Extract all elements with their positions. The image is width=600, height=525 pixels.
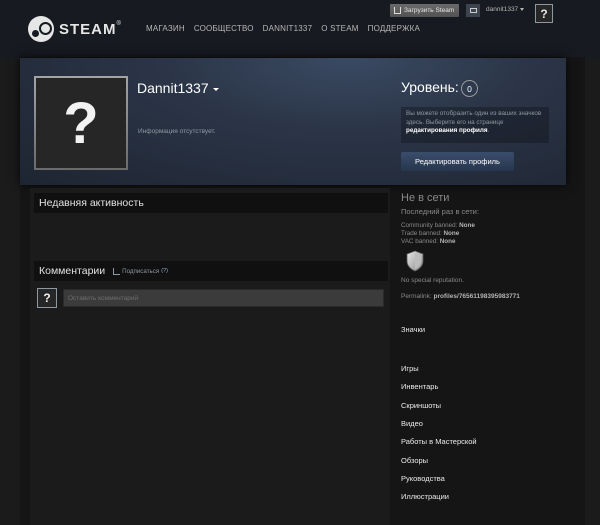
vac-ban-value: None <box>439 238 456 245</box>
nav-profile[interactable]: DANNIT1337 <box>263 24 313 33</box>
trade-ban-value: None <box>443 230 460 237</box>
screenshots-link[interactable]: Скриншоты <box>401 401 441 410</box>
nav-about[interactable]: О STEAM <box>321 24 358 33</box>
level-label: Уровень: <box>401 79 459 95</box>
comment-avatar: ? <box>37 288 57 308</box>
community-ban-status: Community banned: None <box>401 222 475 229</box>
games-link[interactable]: Игры <box>401 364 419 373</box>
recent-activity-title: Недавняя активность <box>39 197 144 209</box>
account-name: dannit1337 <box>486 6 519 13</box>
videos-link[interactable]: Видео <box>401 419 423 428</box>
permalink-label: Permalink: <box>401 293 432 300</box>
profile-summary: Информация отсутствует. <box>138 128 216 135</box>
steam-logo[interactable]: STEAM® <box>28 16 122 42</box>
permalink-value[interactable]: profiles/76561198395983771 <box>434 293 520 300</box>
online-status: Не в сети <box>401 192 450 204</box>
download-icon <box>394 7 401 14</box>
steam-logo-icon <box>28 16 54 42</box>
reviews-link[interactable]: Обзоры <box>401 456 428 465</box>
trade-ban-status: Trade banned: None <box>401 230 459 237</box>
recent-activity-header: Недавняя активность <box>34 193 388 213</box>
envelope-icon <box>469 8 477 13</box>
install-steam-button[interactable]: Загрузить Steam <box>390 4 459 17</box>
vac-ban-label: VAC banned: <box>401 238 438 245</box>
profile-avatar: ? <box>34 76 128 170</box>
left-column <box>30 188 390 525</box>
install-steam-label: Загрузить Steam <box>404 7 455 14</box>
chevron-down-icon <box>212 87 219 91</box>
comment-input[interactable] <box>63 289 384 307</box>
subscribe-toggle[interactable]: Подписаться (?) <box>113 267 168 275</box>
subscribe-checkbox[interactable] <box>113 267 121 275</box>
badge-hint-text: Вы можете отобразить один из ваших значк… <box>406 110 542 126</box>
steam-logo-text: STEAM <box>59 20 117 38</box>
subscribe-label: Подписаться <box>122 267 160 275</box>
steam-logo-reg: ® <box>116 20 122 27</box>
community-ban-label: Community banned: <box>401 222 458 229</box>
nav-support[interactable]: ПОДДЕРЖКА <box>368 24 420 33</box>
notifications-button[interactable] <box>466 4 480 17</box>
permalink: Permalink: profiles/76561198395983771 <box>401 293 520 300</box>
community-ban-value: None <box>459 222 475 229</box>
trade-ban-label: Trade banned: <box>401 230 442 237</box>
account-menu[interactable]: dannit1337 <box>486 6 525 13</box>
vac-ban-status: VAC banned: None <box>401 238 456 245</box>
edit-profile-button[interactable]: Редактировать профиль <box>401 152 514 171</box>
edit-profile-link[interactable]: редактирования профиля <box>406 127 488 134</box>
nav-community[interactable]: СООБЩЕСТВО <box>194 24 254 33</box>
badges-link[interactable]: Значки <box>401 325 425 334</box>
badge-hint-end: . <box>487 127 490 135</box>
subscribe-help-link[interactable]: (?) <box>161 268 168 274</box>
comments-header: Комментарии Подписаться (?) <box>34 261 388 281</box>
workshop-link[interactable]: Работы в Мастерской <box>401 437 477 446</box>
reputation-text: No special reputation. <box>401 277 464 284</box>
main-nav: МАГАЗИН СООБЩЕСТВО DANNIT1337 О STEAM ПО… <box>146 24 420 33</box>
chevron-down-icon <box>520 7 525 11</box>
persona-name: Dannit1337 <box>137 80 209 96</box>
artwork-link[interactable]: Иллюстрации <box>401 492 449 501</box>
persona-name-dropdown[interactable]: Dannit1337 <box>137 80 219 96</box>
guides-link[interactable]: Руководства <box>401 474 445 483</box>
comments-title: Комментарии <box>39 265 106 277</box>
shield-icon <box>406 250 424 272</box>
level-badge: 0 <box>461 80 478 97</box>
badge-hint: Вы можете отобразить один из ваших значк… <box>401 107 549 143</box>
last-online: Последний раз в сети: <box>401 207 479 216</box>
user-avatar[interactable]: ? <box>535 4 553 23</box>
profile-avatar-glyph: ? <box>36 78 126 168</box>
nav-store[interactable]: МАГАЗИН <box>146 24 185 33</box>
global-header: STEAM® МАГАЗИН СООБЩЕСТВО DANNIT1337 О S… <box>0 0 600 58</box>
inventory-link[interactable]: Инвентарь <box>401 382 438 391</box>
